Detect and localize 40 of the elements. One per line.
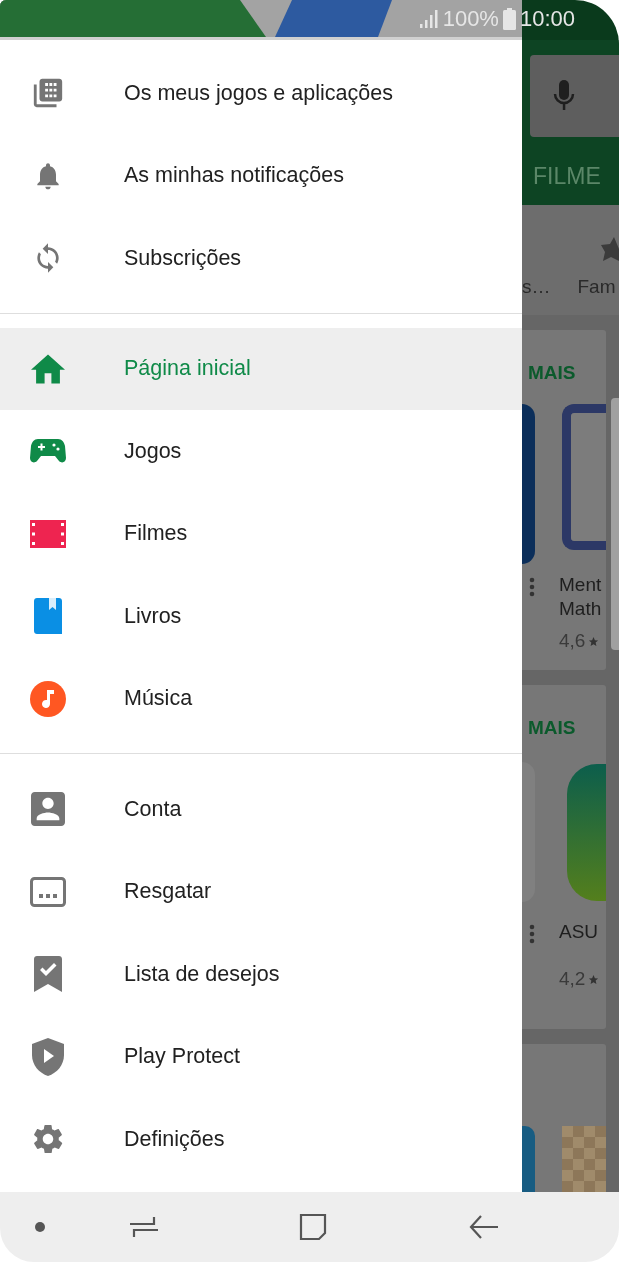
home-button[interactable] <box>299 1213 327 1241</box>
scroll-handle[interactable] <box>611 398 619 650</box>
more-options-icon <box>529 924 535 944</box>
nav-dot-button[interactable] <box>34 1221 46 1233</box>
music-note-icon <box>30 680 66 717</box>
book-icon <box>34 598 62 635</box>
drawer-menu-item[interactable]: Lista de desejos <box>0 933 522 1016</box>
drawer-menu-item[interactable]: Definições <box>0 1098 522 1181</box>
card-icon <box>30 876 66 907</box>
microphone-icon <box>553 80 575 112</box>
drawer-menu-item[interactable]: Jogos <box>0 410 522 493</box>
app-rating: 4,6 <box>559 630 586 652</box>
drawer-menu-item[interactable]: Os meus jogos e aplicações <box>0 52 522 135</box>
signal-icon <box>418 9 439 29</box>
drawer-menu-item[interactable]: Música <box>0 657 522 740</box>
battery-percentage: 100% <box>442 6 499 32</box>
search-bar[interactable] <box>530 55 619 137</box>
film-icon <box>30 519 66 548</box>
back-button[interactable] <box>469 1214 499 1240</box>
drawer-menu-item[interactable]: Livros <box>0 575 522 658</box>
shield-play-icon <box>32 1037 64 1076</box>
drawer-menu-item[interactable]: Subscrições <box>0 217 522 300</box>
account-icon <box>31 792 65 827</box>
drawer-menu-item[interactable]: Resgatar <box>0 850 522 933</box>
app-rating: 4,2 <box>559 968 586 990</box>
bookmark-check-icon <box>34 956 62 993</box>
drawer-menu-item[interactable]: Página inicial <box>0 327 522 410</box>
drawer-menu-item[interactable]: As minhas notificações <box>0 134 522 217</box>
gamepad-icon <box>30 438 66 465</box>
drawer-menu-item[interactable]: Conta <box>0 768 522 851</box>
app-title: Ment Math <box>559 573 602 621</box>
star-icon <box>588 973 600 985</box>
recents-button[interactable] <box>129 1216 159 1238</box>
more-options-icon <box>529 577 535 597</box>
drawer-menu-item[interactable]: Filmes <box>0 492 522 575</box>
drawer-menu-item[interactable]: Play Protect <box>0 1015 522 1098</box>
app-title: ASU <box>559 920 600 944</box>
home-icon <box>31 353 65 384</box>
star-icon <box>601 237 619 263</box>
star-icon <box>588 635 600 647</box>
